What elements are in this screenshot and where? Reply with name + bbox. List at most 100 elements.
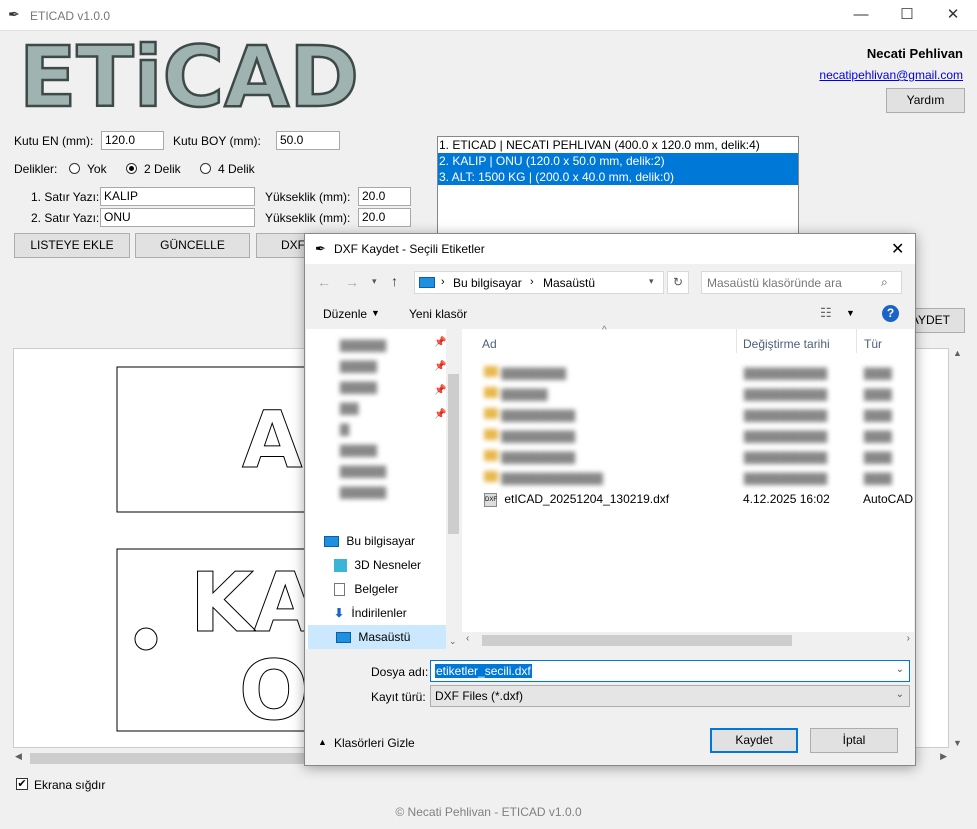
filetype-select[interactable]: DXF Files (*.dxf) ⌄ (430, 685, 910, 707)
view-chevron-icon[interactable]: ▼ (846, 308, 855, 318)
dialog-titlebar: ✒ DXF Kaydet - Seçili Etiketler ✕ (305, 234, 915, 264)
radio-2-delik[interactable] (126, 163, 137, 174)
fit-checkbox[interactable]: ✔ (16, 778, 28, 790)
update-button[interactable]: GÜNCELLE (135, 233, 250, 258)
dialog-close-icon[interactable]: ✕ (891, 239, 904, 259)
download-icon: ⬇ (334, 606, 345, 620)
kutu-boy-label: Kutu BOY (mm): (173, 134, 261, 148)
up-arrow-icon[interactable]: ↑ (391, 273, 398, 289)
kutu-en-label: Kutu EN (mm): (14, 134, 94, 148)
column-header-name[interactable]: Ad (482, 337, 497, 351)
search-box[interactable]: Masaüstü klasöründe ara ⌕ (701, 271, 902, 294)
hide-folders-button[interactable]: Klasörleri Gizle (334, 736, 415, 750)
footer-text: © Necati Pehlivan - ETICAD v1.0.0 (395, 805, 582, 819)
file-name: etICAD_20251204_130219.dxf (504, 492, 670, 506)
help-icon[interactable]: ? (882, 305, 899, 322)
blurred-nav-items: ▇▇▇▇▇ ▇▇▇▇ ▇▇▇▇ ▇▇ ▇ ▇▇▇▇ ▇▇▇▇▇ ▇▇▇▇▇ (340, 338, 387, 499)
satir2-input[interactable]: ONU (100, 208, 255, 227)
pin-icon: 📌 (434, 409, 447, 420)
yukseklik1-label: Yükseklik (mm): (265, 190, 351, 204)
file-list[interactable]: ^ Ad Değiştirme tarihi Tür ▇▇▇▇▇▇▇ ▇▇▇▇▇… (462, 325, 914, 649)
file-hscrollbar[interactable]: ‹ › (462, 632, 914, 649)
organize-button[interactable]: Düzenle (323, 307, 367, 321)
list-item[interactable]: 2. KALIP | ONU (120.0 x 50.0 mm, delik:2… (438, 153, 798, 169)
author-email-link[interactable]: necatipehlivan@gmail.com (819, 68, 963, 82)
nav-item-3d-nesneler[interactable]: 3D Nesneler (334, 553, 448, 577)
filename-value: etiketler_secili.dxf (435, 664, 532, 678)
pin-icon: 📌 (434, 361, 447, 372)
breadcrumb-item[interactable]: Masaüstü (543, 276, 595, 290)
dialog-cancel-button[interactable]: İptal (810, 728, 898, 753)
organize-chevron-icon: ▼ (371, 308, 380, 318)
maximize-button[interactable]: ☐ (884, 0, 930, 30)
filetype-value: DXF Files (*.dxf) (435, 689, 524, 703)
yukseklik2-label: Yükseklik (mm): (265, 211, 351, 225)
address-bar[interactable]: › Bu bilgisayar › Masaüstü ▾ (414, 271, 664, 294)
address-dropdown-icon[interactable]: ▾ (649, 276, 654, 287)
label-listbox[interactable]: 1. ETICAD | NECATI PEHLIVAN (400.0 x 120… (437, 136, 799, 248)
radio-2-delik-label: 2 Delik (144, 162, 181, 176)
author-name: Necati Pehlivan (866, 46, 963, 61)
radio-yok-label: Yok (87, 162, 107, 176)
new-folder-button[interactable]: Yeni klasör (409, 307, 467, 321)
kutu-en-input[interactable]: 120.0 (101, 131, 164, 150)
recent-chevron-icon[interactable]: ▾ (372, 276, 377, 287)
yukseklik1-input[interactable]: 20.0 (358, 187, 411, 206)
app-feather-icon: ✒ (8, 6, 20, 22)
nav-scrollbar[interactable]: ⌄ (446, 329, 461, 649)
window-titlebar: ✒ ETICAD v1.0.0 — ☐ ✕ (0, 0, 977, 31)
filetype-dropdown-icon: ⌄ (895, 689, 904, 700)
close-button[interactable]: ✕ (930, 0, 976, 30)
column-header-type[interactable]: Tür (864, 337, 882, 351)
dialog-save-button[interactable]: Kaydet (710, 728, 798, 753)
nav-item-belgeler[interactable]: Belgeler (334, 577, 448, 601)
computer-icon (419, 277, 435, 288)
dialog-feather-icon: ✒ (315, 241, 326, 256)
dxf-file-icon: DXF (484, 492, 497, 507)
document-icon (334, 583, 345, 597)
hscroll-thumb[interactable] (30, 753, 310, 764)
window-title: ETICAD v1.0.0 (30, 9, 111, 23)
forward-arrow-icon[interactable]: → (345, 274, 359, 290)
satir1-label: 1. Satır Yazı: (31, 190, 100, 204)
save-dialog: ✒ DXF Kaydet - Seçili Etiketler ✕ ← → ▾ … (304, 233, 916, 766)
label-text-2b: O (239, 644, 309, 739)
blurred-folder-rows: ▇▇▇▇▇▇▇ ▇▇▇▇▇▇▇▇▇ ▇▇▇ ▇▇▇▇▇ ▇▇▇▇▇▇▇▇▇ ▇▇▇ … (484, 363, 914, 489)
radio-yok[interactable] (69, 163, 80, 174)
nav-item-indirilenler[interactable]: ⬇ İndirilenler (334, 601, 448, 625)
canvas-vscrollbar[interactable]: ▲ ▼ (949, 348, 966, 748)
filename-input[interactable]: etiketler_secili.dxf ⌄ (430, 660, 910, 682)
list-item[interactable]: 1. ETICAD | NECATI PEHLIVAN (400.0 x 120… (438, 137, 798, 153)
computer-icon (324, 536, 339, 548)
file-row[interactable]: DXF etICAD_20251204_130219.dxf 4.12.2025… (484, 489, 914, 510)
breadcrumb-item[interactable]: Bu bilgisayar (453, 276, 522, 290)
add-to-list-button[interactable]: LISTEYE EKLE (14, 233, 130, 258)
nav-item-masaustu[interactable]: Masaüstü (308, 625, 446, 649)
satir2-label: 2. Satır Yazı: (31, 211, 100, 225)
fit-checkbox-label: Ekrana sığdır (34, 778, 106, 792)
nav-item-bu-bilgisayar[interactable]: Bu bilgisayar (324, 529, 448, 553)
radio-4-delik[interactable] (200, 163, 211, 174)
filetype-label: Kayıt türü: (371, 690, 426, 704)
help-button[interactable]: Yardım (886, 88, 965, 113)
minimize-button[interactable]: — (838, 0, 884, 30)
kutu-boy-input[interactable]: 50.0 (276, 131, 340, 150)
column-header-date[interactable]: Değiştirme tarihi (743, 337, 830, 351)
delikler-label: Delikler: (14, 162, 58, 176)
pin-icon: 📌 (434, 337, 447, 348)
search-input[interactable]: Masaüstü klasöründe ara (707, 276, 842, 290)
filename-label: Dosya adı: (371, 665, 429, 679)
file-date: 4.12.2025 16:02 (743, 492, 830, 506)
label-hole (134, 627, 158, 651)
yukseklik2-input[interactable]: 20.0 (358, 208, 411, 227)
navigation-pane[interactable]: ▇▇▇▇▇ ▇▇▇▇ ▇▇▇▇ ▇▇ ▇ ▇▇▇▇ ▇▇▇▇▇ ▇▇▇▇▇ 📌 📌 📌 📌 B… (306, 329, 461, 649)
eticad-logo: ETiCAD (18, 38, 361, 114)
filename-dropdown-icon[interactable]: ⌄ (896, 664, 904, 675)
pin-icon: 📌 (434, 385, 447, 396)
refresh-icon[interactable]: ↻ (667, 271, 689, 294)
satir1-input[interactable]: KALIP (100, 187, 255, 206)
view-options-icon[interactable]: ☷ (820, 305, 832, 321)
list-item[interactable]: 3. ALT: 1500 KG | (200.0 x 40.0 mm, deli… (438, 169, 798, 185)
radio-4-delik-label: 4 Delik (218, 162, 255, 176)
back-arrow-icon[interactable]: ← (317, 274, 331, 290)
